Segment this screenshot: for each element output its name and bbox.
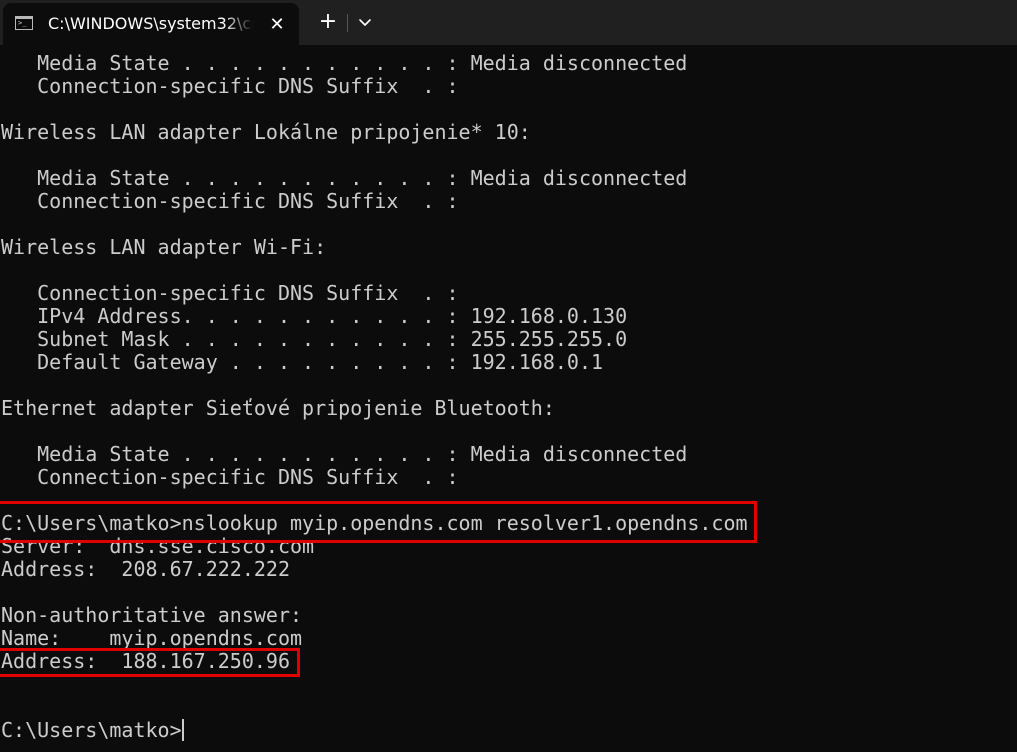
console-line: Media State . . . . . . . . . . . : Medi…	[1, 443, 1011, 466]
console-line: Connection-specific DNS Suffix . :	[1, 282, 1011, 305]
console-line-text: Wireless LAN adapter Lokálne pripojenie*…	[1, 120, 531, 144]
terminal-icon: >_	[15, 16, 33, 30]
terminal-window: >_ C:\WINDOWS\system32\cmd.exe ✕ + Media…	[0, 0, 1017, 752]
close-icon[interactable]: ✕	[265, 13, 289, 37]
console-line-text: Connection-specific DNS Suffix . :	[1, 74, 459, 98]
text-cursor	[181, 719, 184, 741]
console-line: Ethernet adapter Sieťové pripojenie Blue…	[1, 397, 1011, 420]
terminal-icon-prompt: >_	[18, 19, 27, 27]
console-line-text: Media State . . . . . . . . . . . : Medi…	[1, 166, 688, 190]
console-output[interactable]: Media State . . . . . . . . . . . : Medi…	[1, 52, 1011, 742]
console-line: Server: dns.sse.cisco.com	[1, 535, 1011, 558]
console-line: Wireless LAN adapter Lokálne pripojenie*…	[1, 121, 1011, 144]
console-line: Media State . . . . . . . . . . . : Medi…	[1, 167, 1011, 190]
chevron-down-icon[interactable]	[352, 10, 378, 36]
console-line: Subnet Mask . . . . . . . . . . . : 255.…	[1, 328, 1011, 351]
console-line-text: Connection-specific DNS Suffix . :	[1, 281, 459, 305]
console-line-text: Wireless LAN adapter Wi-Fi:	[1, 235, 327, 259]
console-line-text: Media State . . . . . . . . . . . : Medi…	[1, 442, 688, 466]
console-line: C:\Users\matko>	[1, 719, 1011, 742]
console-line-text: Address: 188.167.250.96	[1, 649, 290, 673]
console-line: Media State . . . . . . . . . . . : Medi…	[1, 52, 1011, 75]
console-line: Connection-specific DNS Suffix . :	[1, 466, 1011, 489]
console-line-text: Ethernet adapter Sieťové pripojenie Blue…	[1, 396, 555, 420]
console-line-text: Address: 208.67.222.222	[1, 557, 290, 581]
console-line: C:\Users\matko>nslookup myip.opendns.com…	[1, 512, 1011, 535]
console-line-text: Default Gateway . . . . . . . . . : 192.…	[1, 350, 604, 374]
tab-cmd[interactable]: >_ C:\WINDOWS\system32\cmd.exe ✕	[3, 3, 299, 45]
console-line-text: IPv4 Address. . . . . . . . . . . : 192.…	[1, 304, 628, 328]
console-line: Connection-specific DNS Suffix . :	[1, 75, 1011, 98]
console-line-text: Connection-specific DNS Suffix . :	[1, 189, 459, 213]
console-line-text: C:\Users\matko>	[1, 718, 182, 742]
console-line-text: C:\Users\matko>nslookup myip.opendns.com…	[1, 511, 748, 535]
new-tab-button[interactable]: +	[314, 9, 342, 37]
console-line-text: Connection-specific DNS Suffix . :	[1, 465, 459, 489]
console-line: Name: myip.opendns.com	[1, 627, 1011, 650]
console-line: Address: 188.167.250.96	[1, 650, 1011, 673]
tab-title: C:\WINDOWS\system32\cmd.exe	[48, 14, 254, 33]
console-line-text: Name: myip.opendns.com	[1, 626, 303, 650]
console-line: Default Gateway . . . . . . . . . : 192.…	[1, 351, 1011, 374]
console-line: Connection-specific DNS Suffix . :	[1, 190, 1011, 213]
console-line-text: Server: dns.sse.cisco.com	[1, 534, 315, 558]
tab-bar: >_ C:\WINDOWS\system32\cmd.exe ✕ +	[0, 0, 1017, 45]
console-line-text: Subnet Mask . . . . . . . . . . . : 255.…	[1, 327, 628, 351]
console-line: IPv4 Address. . . . . . . . . . . : 192.…	[1, 305, 1011, 328]
console-line-text: Non-authoritative answer:	[1, 603, 303, 627]
tabbar-divider	[347, 14, 348, 32]
console-line-text: Media State . . . . . . . . . . . : Medi…	[1, 51, 688, 75]
console-line: Wireless LAN adapter Wi-Fi:	[1, 236, 1011, 259]
console-line: Address: 208.67.222.222	[1, 558, 1011, 581]
console-line: Non-authoritative answer:	[1, 604, 1011, 627]
